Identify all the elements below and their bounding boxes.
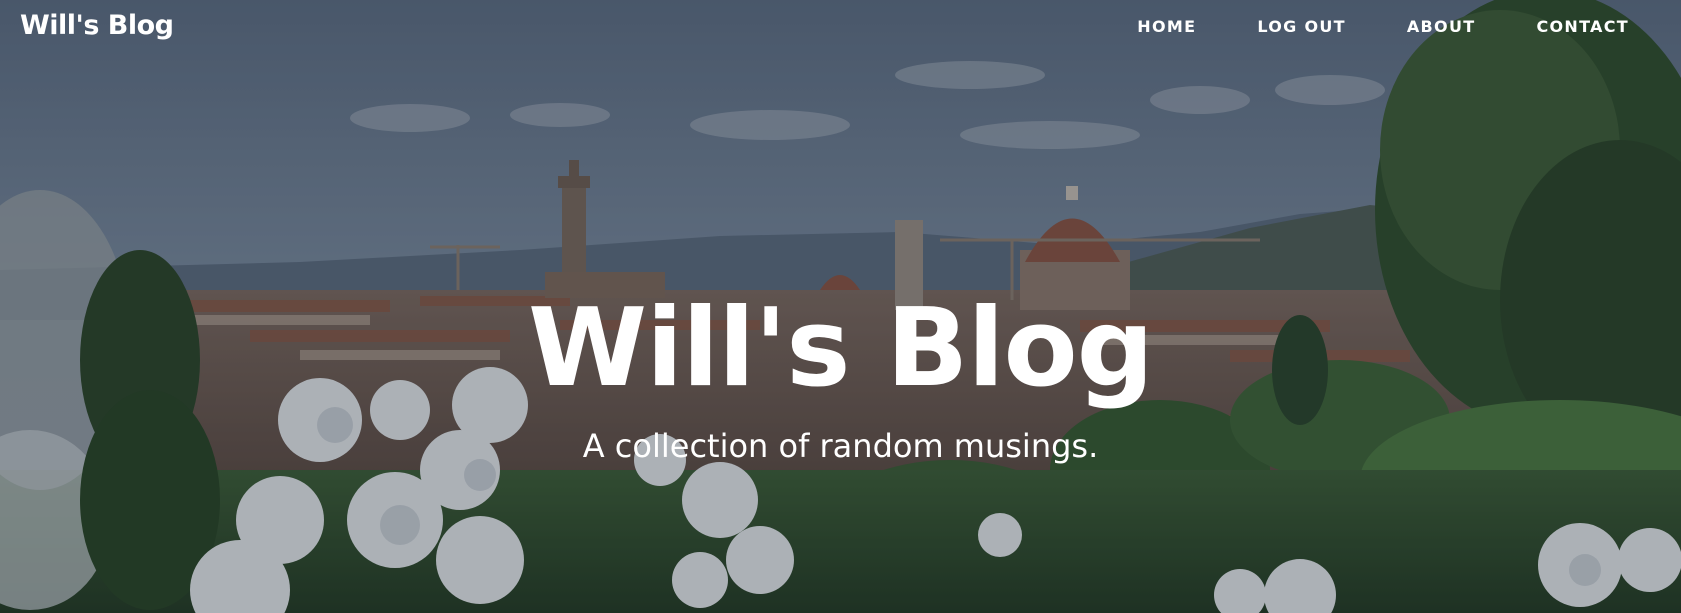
nav-link-contact[interactable]: CONTACT — [1475, 17, 1629, 36]
nav-link-home[interactable]: HOME — [1137, 17, 1196, 36]
navbar-brand[interactable]: Will's Blog — [20, 10, 174, 41]
site-subtitle: A collection of random musings. — [582, 427, 1099, 465]
site-heading: Will's Blog A collection of random musin… — [0, 290, 1681, 466]
main-nav: Will's Blog HOME LOG OUT ABOUT CONTACT — [0, 0, 1681, 56]
nav-link-log-out[interactable]: LOG OUT — [1196, 17, 1346, 36]
masthead: Will's Blog HOME LOG OUT ABOUT CONTACT W… — [0, 0, 1681, 613]
nav-links: HOME LOG OUT ABOUT CONTACT — [1137, 17, 1629, 36]
nav-link-about[interactable]: ABOUT — [1346, 17, 1476, 36]
site-title: Will's Blog — [528, 286, 1154, 411]
